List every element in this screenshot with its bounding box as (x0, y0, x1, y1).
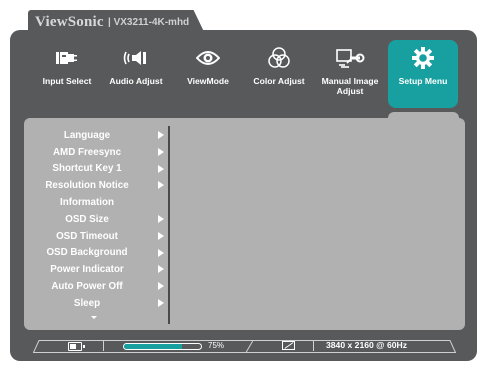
chevron-right-icon (158, 231, 164, 240)
tab-viewmode[interactable]: ViewMode (173, 40, 243, 108)
tab-manual-image-adjust[interactable]: Manual Image Adjust (315, 40, 385, 108)
chevron-right-icon (158, 248, 164, 257)
model-name: | VX3211-4K-mhd (108, 17, 190, 28)
menu-item-osd-background[interactable]: OSD Background (28, 245, 168, 262)
menu-item-label: AMD Freesync (52, 146, 122, 158)
menu-item-label: Sleep (73, 297, 101, 309)
brightness-percent: 75% (208, 341, 225, 350)
chevron-down-icon[interactable] (91, 316, 97, 319)
menu-item-information[interactable]: Information (28, 194, 168, 211)
chevron-right-icon (158, 214, 164, 223)
battery-fill (70, 344, 77, 349)
speaker-icon (101, 46, 171, 70)
chevron-right-icon (158, 265, 164, 274)
brightness-progress-bar (123, 343, 202, 350)
menu-item-label: OSD Background (46, 247, 128, 259)
chevron-right-icon (158, 282, 164, 291)
menu-item-osd-timeout[interactable]: OSD Timeout (28, 228, 168, 245)
menu-item-auto-power-off[interactable]: Auto Power Off (28, 278, 168, 295)
tab-label: Setup Menu (398, 76, 448, 86)
menu-item-label: Auto Power Off (51, 281, 123, 293)
image-adjust-icon (315, 46, 385, 70)
tab-label: Audio Adjust (109, 76, 163, 86)
chevron-right-icon (158, 147, 164, 156)
input-select-icon (32, 46, 102, 70)
menu-divider (168, 126, 170, 324)
resolution-readout: 3840 x 2160 @ 60Hz (326, 340, 408, 350)
tab-label: Input Select (42, 76, 92, 86)
tab-setup-menu[interactable]: Setup Menu (388, 40, 458, 108)
menu-item-language[interactable]: Language (28, 127, 168, 144)
menu-item-label: Power Indicator (50, 264, 124, 276)
tab-input-select[interactable]: Input Select (32, 40, 102, 108)
menu-item-shortcut-key-1[interactable]: Shortcut Key 1 (28, 161, 168, 178)
setup-menu-list: Language AMD Freesync Shortcut Key 1 Res… (28, 127, 168, 312)
menu-item-label: Resolution Notice (45, 180, 129, 192)
tab-color-adjust[interactable]: Color Adjust (244, 40, 314, 108)
tab-audio-adjust[interactable]: Audio Adjust (101, 40, 171, 108)
battery-icon (68, 342, 85, 351)
eye-icon (173, 46, 243, 70)
chevron-right-icon (158, 181, 164, 190)
menu-item-label: OSD Size (65, 213, 109, 225)
status-bar: 75% 3840 x 2160 @ 60Hz (33, 340, 456, 353)
menu-item-resolution-notice[interactable]: Resolution Notice (28, 177, 168, 194)
menu-item-power-indicator[interactable]: Power Indicator (28, 261, 168, 278)
menu-item-amd-freesync[interactable]: AMD Freesync (28, 144, 168, 161)
brightness-progress-fill (124, 344, 182, 349)
chevron-right-icon (158, 164, 164, 173)
menu-item-sleep[interactable]: Sleep (28, 295, 168, 312)
chevron-right-icon (158, 298, 164, 307)
chevron-right-icon (158, 131, 164, 139)
menu-item-osd-size[interactable]: OSD Size (28, 211, 168, 228)
status-separator (313, 341, 314, 351)
menu-item-label: OSD Timeout (56, 230, 118, 242)
tab-label: Manual Image Adjust (321, 76, 379, 96)
menu-item-label: Language (63, 129, 111, 141)
aspect-ratio-icon (282, 341, 295, 350)
menu-item-label: Shortcut Key 1 (52, 163, 122, 175)
color-circles-icon (244, 46, 314, 70)
tab-label: Color Adjust (253, 76, 305, 86)
tab-label: ViewMode (187, 76, 229, 86)
gear-icon (388, 46, 458, 70)
brand-logo: ViewSonic (35, 14, 104, 30)
status-separator (103, 341, 104, 351)
menu-item-label: Information (60, 197, 114, 209)
